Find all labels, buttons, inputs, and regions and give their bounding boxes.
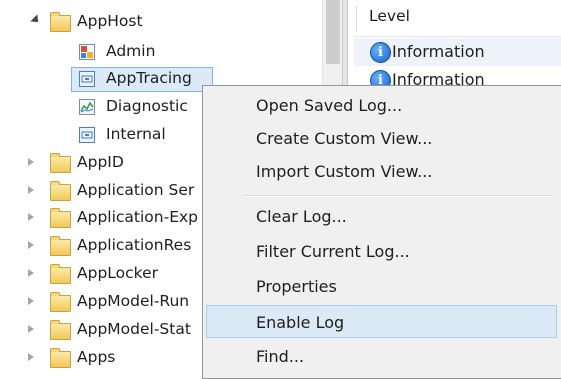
folder-icon bbox=[50, 208, 71, 228]
folder-icon bbox=[50, 181, 71, 201]
menu-item-label: Properties bbox=[256, 277, 337, 296]
menu-item-label: Enable Log bbox=[256, 313, 345, 332]
event-level: Information bbox=[392, 42, 485, 61]
menu-item-clear-log[interactable]: Clear Log... bbox=[206, 200, 557, 233]
tree-item-label: Application-Exp bbox=[77, 208, 199, 226]
menu-item-import-custom-view[interactable]: Import Custom View... bbox=[206, 155, 557, 188]
events-header: Level bbox=[354, 0, 561, 37]
menu-item-open-saved-log[interactable]: Open Saved Log... bbox=[206, 89, 557, 122]
tree-item-label: Internal bbox=[106, 125, 166, 143]
menu-item-label: Open Saved Log... bbox=[256, 96, 403, 115]
tree-item-label: AppTracing bbox=[106, 69, 192, 87]
menu-item-filter-current-log[interactable]: Filter Current Log... bbox=[206, 235, 557, 268]
folder-icon bbox=[50, 236, 71, 256]
event-row[interactable]: i Information bbox=[354, 38, 561, 66]
menu-item-label: Find... bbox=[256, 347, 305, 366]
collapse-arrow-icon[interactable] bbox=[28, 158, 34, 166]
folder-icon bbox=[50, 153, 71, 173]
collapse-arrow-icon[interactable] bbox=[28, 241, 34, 249]
tree-item-admin[interactable]: Admin bbox=[0, 38, 322, 65]
collapse-arrow-icon[interactable] bbox=[28, 186, 34, 194]
tree-item-label: AppID bbox=[77, 153, 124, 171]
tree-item-label: Admin bbox=[106, 42, 156, 60]
menu-item-label: Create Custom View... bbox=[256, 129, 433, 148]
diagnostic-log-icon bbox=[79, 99, 95, 115]
admin-log-icon bbox=[79, 44, 95, 60]
tree-item-label: Diagnostic bbox=[106, 97, 188, 115]
tree-item-label: AppLocker bbox=[77, 264, 158, 282]
collapse-arrow-icon[interactable] bbox=[28, 325, 34, 333]
log-icon bbox=[79, 71, 95, 87]
info-icon: i bbox=[370, 42, 391, 63]
tree-scrollbar-thumb[interactable] bbox=[326, 0, 340, 64]
menu-item-find[interactable]: Find... bbox=[206, 340, 557, 373]
tree-item-label: AppModel-Run bbox=[77, 292, 190, 310]
tree-item-label: Apps bbox=[77, 348, 116, 366]
column-header-level[interactable]: Level bbox=[369, 7, 410, 25]
menu-item-enable-log[interactable]: Enable Log bbox=[206, 305, 557, 338]
collapse-arrow-icon[interactable] bbox=[28, 213, 34, 221]
tree-item-label: ApplicationRes bbox=[77, 236, 192, 254]
menu-item-properties[interactable]: Properties bbox=[206, 270, 557, 303]
collapse-arrow-icon[interactable] bbox=[28, 353, 34, 361]
menu-item-label: Import Custom View... bbox=[256, 162, 433, 181]
collapse-arrow-icon[interactable] bbox=[28, 297, 34, 305]
log-icon bbox=[79, 127, 95, 143]
folder-icon bbox=[50, 320, 71, 340]
menu-item-label: Clear Log... bbox=[256, 207, 347, 226]
column-separator bbox=[356, 6, 357, 32]
tree-item-label: AppModel-Stat bbox=[77, 320, 191, 338]
menu-item-create-custom-view[interactable]: Create Custom View... bbox=[206, 122, 557, 155]
collapse-arrow-icon[interactable] bbox=[28, 269, 34, 277]
context-menu: Open Saved Log... Create Custom View... … bbox=[202, 85, 561, 379]
menu-item-label: Filter Current Log... bbox=[256, 242, 410, 261]
folder-icon bbox=[50, 12, 71, 32]
expand-arrow-icon[interactable] bbox=[30, 14, 42, 26]
menu-separator bbox=[243, 195, 553, 197]
folder-icon bbox=[50, 348, 71, 368]
folder-icon bbox=[50, 292, 71, 312]
tree-item-label: AppHost bbox=[77, 12, 143, 30]
tree-item-apphost[interactable]: AppHost bbox=[0, 8, 322, 35]
tree-item-label: Application Ser bbox=[77, 181, 195, 199]
folder-icon bbox=[50, 264, 71, 284]
